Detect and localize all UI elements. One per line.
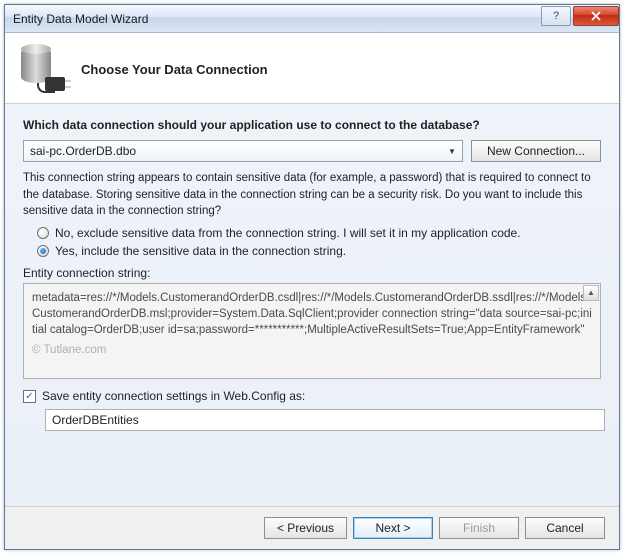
titlebar-buttons: ? [541, 5, 619, 32]
question-label: Which data connection should your applic… [23, 118, 601, 132]
titlebar: Entity Data Model Wizard ? [5, 5, 619, 33]
radio-exclude-row[interactable]: No, exclude sensitive data from the conn… [37, 226, 601, 240]
conn-string-text: metadata=res://*/Models.CustomerandOrder… [32, 292, 592, 336]
header-area: Choose Your Data Connection [5, 33, 619, 104]
chevron-down-icon: ▼ [445, 144, 459, 158]
radio-exclude-label: No, exclude sensitive data from the conn… [55, 226, 521, 240]
save-check-label: Save entity connection settings in Web.C… [42, 389, 305, 403]
database-plug-icon [17, 45, 67, 93]
save-name-input[interactable]: OrderDBEntities [45, 409, 605, 431]
conn-string-label: Entity connection string: [23, 266, 601, 280]
close-button[interactable] [573, 6, 619, 26]
sensitive-info-text: This connection string appears to contai… [23, 170, 601, 220]
help-button[interactable]: ? [541, 6, 571, 26]
radio-include[interactable] [37, 245, 49, 257]
page-title: Choose Your Data Connection [81, 62, 268, 77]
scroll-up-icon[interactable]: ▲ [583, 285, 599, 301]
cancel-button[interactable]: Cancel [525, 517, 605, 539]
wizard-window: Entity Data Model Wizard ? Choose Your D… [4, 4, 620, 550]
new-connection-button[interactable]: New Connection... [471, 140, 601, 162]
wizard-footer: < Previous Next > Finish Cancel [5, 506, 619, 549]
next-button[interactable]: Next > [353, 517, 433, 539]
wizard-body: Which data connection should your applic… [5, 104, 619, 506]
close-icon [591, 11, 601, 21]
connection-selected: sai-pc.OrderDB.dbo [30, 144, 136, 158]
save-check-row[interactable]: ✓ Save entity connection settings in Web… [23, 389, 601, 403]
window-title: Entity Data Model Wizard [13, 12, 541, 26]
previous-button[interactable]: < Previous [264, 517, 347, 539]
connection-row: sai-pc.OrderDB.dbo ▼ New Connection... [23, 140, 601, 162]
radio-include-row[interactable]: Yes, include the sensitive data in the c… [37, 244, 601, 258]
finish-button: Finish [439, 517, 519, 539]
radio-exclude[interactable] [37, 227, 49, 239]
radio-include-label: Yes, include the sensitive data in the c… [55, 244, 346, 258]
watermark: © Tutlane.com [32, 342, 592, 358]
save-name-value: OrderDBEntities [52, 413, 139, 427]
connection-dropdown[interactable]: sai-pc.OrderDB.dbo ▼ [23, 140, 463, 162]
save-checkbox[interactable]: ✓ [23, 390, 36, 403]
conn-string-box: metadata=res://*/Models.CustomerandOrder… [23, 283, 601, 379]
